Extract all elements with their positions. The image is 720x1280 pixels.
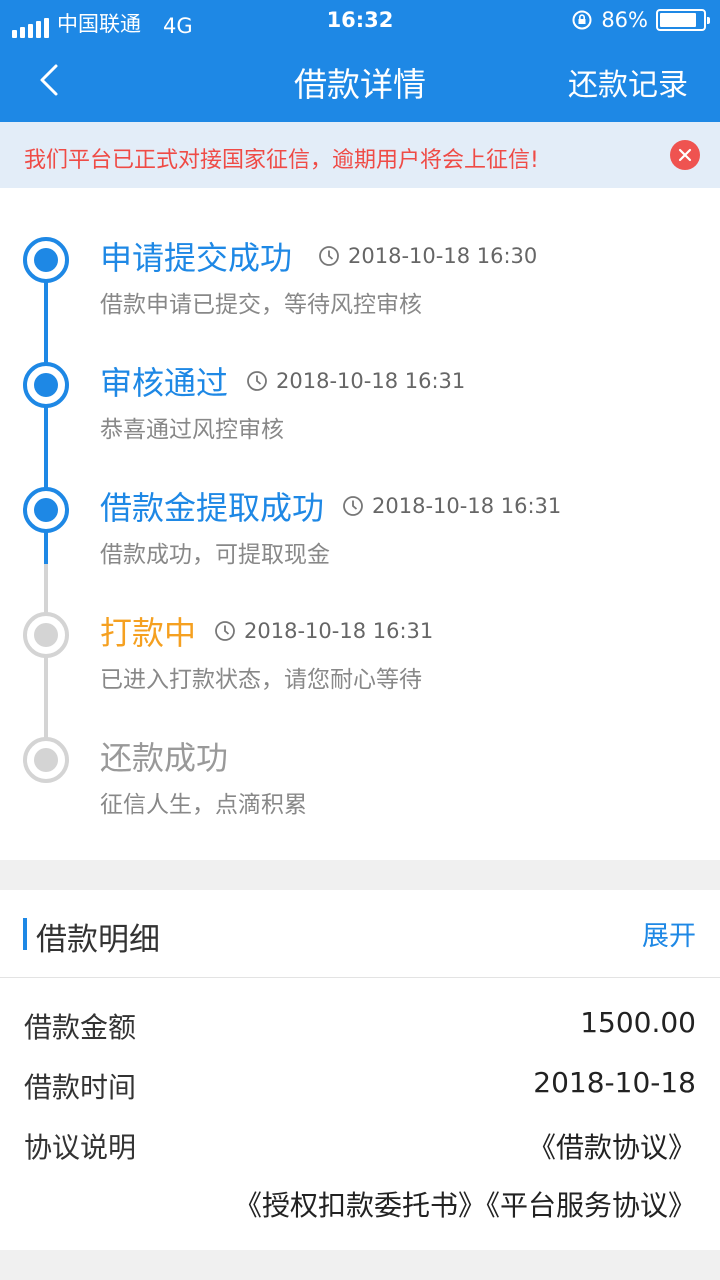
step-done-indicator	[23, 362, 69, 408]
loan-detail-card: 借款明细 展开 借款金额 1500.00 借款时间 2018-10-18 协议说…	[0, 890, 720, 1250]
agreement-links-row: 《授权扣款委托书》《平台服务协议》	[0, 1184, 720, 1234]
loan-amount-label: 借款金额	[24, 1011, 137, 1044]
step-time-text: 2018-10-18 16:30	[348, 244, 538, 268]
credit-notice-banner: 我们平台已正式对接国家征信，逾期用户将会上征信!	[0, 122, 720, 188]
loan-detail-header: 借款明细 展开	[0, 890, 720, 978]
step-title: 借款金提取成功	[100, 489, 325, 527]
step-description: 恭喜通过风控审核	[100, 417, 284, 443]
step-pending-indicator	[23, 737, 69, 783]
loan-amount-value: 1500.00	[580, 1006, 696, 1039]
clock-icon	[343, 496, 363, 516]
step-description: 已进入打款状态，请您耐心等待	[100, 667, 422, 693]
loan-amount-row: 借款金额 1500.00	[0, 1006, 720, 1056]
step-title: 申请提交成功	[100, 239, 293, 277]
step-time: 2018-10-18 16:30	[318, 244, 537, 268]
agreement-links: 《授权扣款委托书》《平台服务协议》	[234, 1184, 696, 1224]
loan-time-row: 借款时间 2018-10-18	[0, 1066, 720, 1116]
expand-button[interactable]: 展开	[642, 914, 696, 953]
step-done-indicator	[23, 237, 69, 283]
loan-progress-timeline: 申请提交成功 2018-10-18 16:30 借款申请已提交，等待风控审核 审…	[0, 188, 720, 860]
loan-time-label: 借款时间	[24, 1071, 137, 1104]
loan-time-value: 2018-10-18	[533, 1066, 696, 1099]
step-title: 还款成功	[100, 739, 229, 777]
close-notice-button[interactable]	[670, 140, 700, 170]
close-icon	[678, 148, 692, 162]
section-title: 借款明细	[36, 922, 160, 958]
battery-icon	[656, 9, 710, 31]
clock-icon	[247, 371, 267, 391]
agreement-row: 协议说明 《借款协议》	[0, 1126, 720, 1176]
step-description: 借款申请已提交，等待风控审核	[100, 292, 422, 318]
clock-icon	[319, 246, 339, 266]
timeline-line-pending	[44, 564, 48, 756]
step-pending-indicator	[23, 612, 69, 658]
loan-agreement-link[interactable]: 《借款协议》	[528, 1126, 696, 1166]
repayment-records-button[interactable]: 还款记录	[568, 60, 688, 104]
battery-label: 86%	[601, 8, 648, 32]
step-time-text: 2018-10-18 16:31	[244, 619, 434, 643]
step-time: 2018-10-18 16:31	[342, 494, 561, 518]
step-time-text: 2018-10-18 16:31	[276, 369, 466, 393]
clock-icon	[215, 621, 235, 641]
step-title: 打款中	[100, 614, 197, 652]
step-title: 审核通过	[100, 364, 229, 402]
status-bar: 中国联通 4G 16:32 86%	[0, 0, 720, 40]
rotation-lock-icon	[572, 10, 592, 30]
section-accent-bar	[23, 918, 27, 950]
notice-text: 我们平台已正式对接国家征信，逾期用户将会上征信!	[24, 148, 539, 173]
battery-fill	[660, 13, 696, 27]
authorization-agreement-link[interactable]: 《授权扣款委托书》	[234, 1189, 486, 1222]
step-done-indicator	[23, 487, 69, 533]
step-time: 2018-10-18 16:31	[214, 619, 433, 643]
step-time-text: 2018-10-18 16:31	[372, 494, 562, 518]
agreement-label: 协议说明	[24, 1131, 137, 1164]
nav-bar: 借款详情 还款记录	[0, 40, 720, 122]
step-description: 借款成功，可提取现金	[100, 542, 330, 568]
status-right: 86%	[571, 8, 710, 32]
step-time: 2018-10-18 16:31	[246, 369, 465, 393]
platform-service-agreement-link[interactable]: 《平台服务协议》	[486, 1189, 696, 1222]
step-description: 征信人生，点滴积累	[100, 792, 307, 818]
